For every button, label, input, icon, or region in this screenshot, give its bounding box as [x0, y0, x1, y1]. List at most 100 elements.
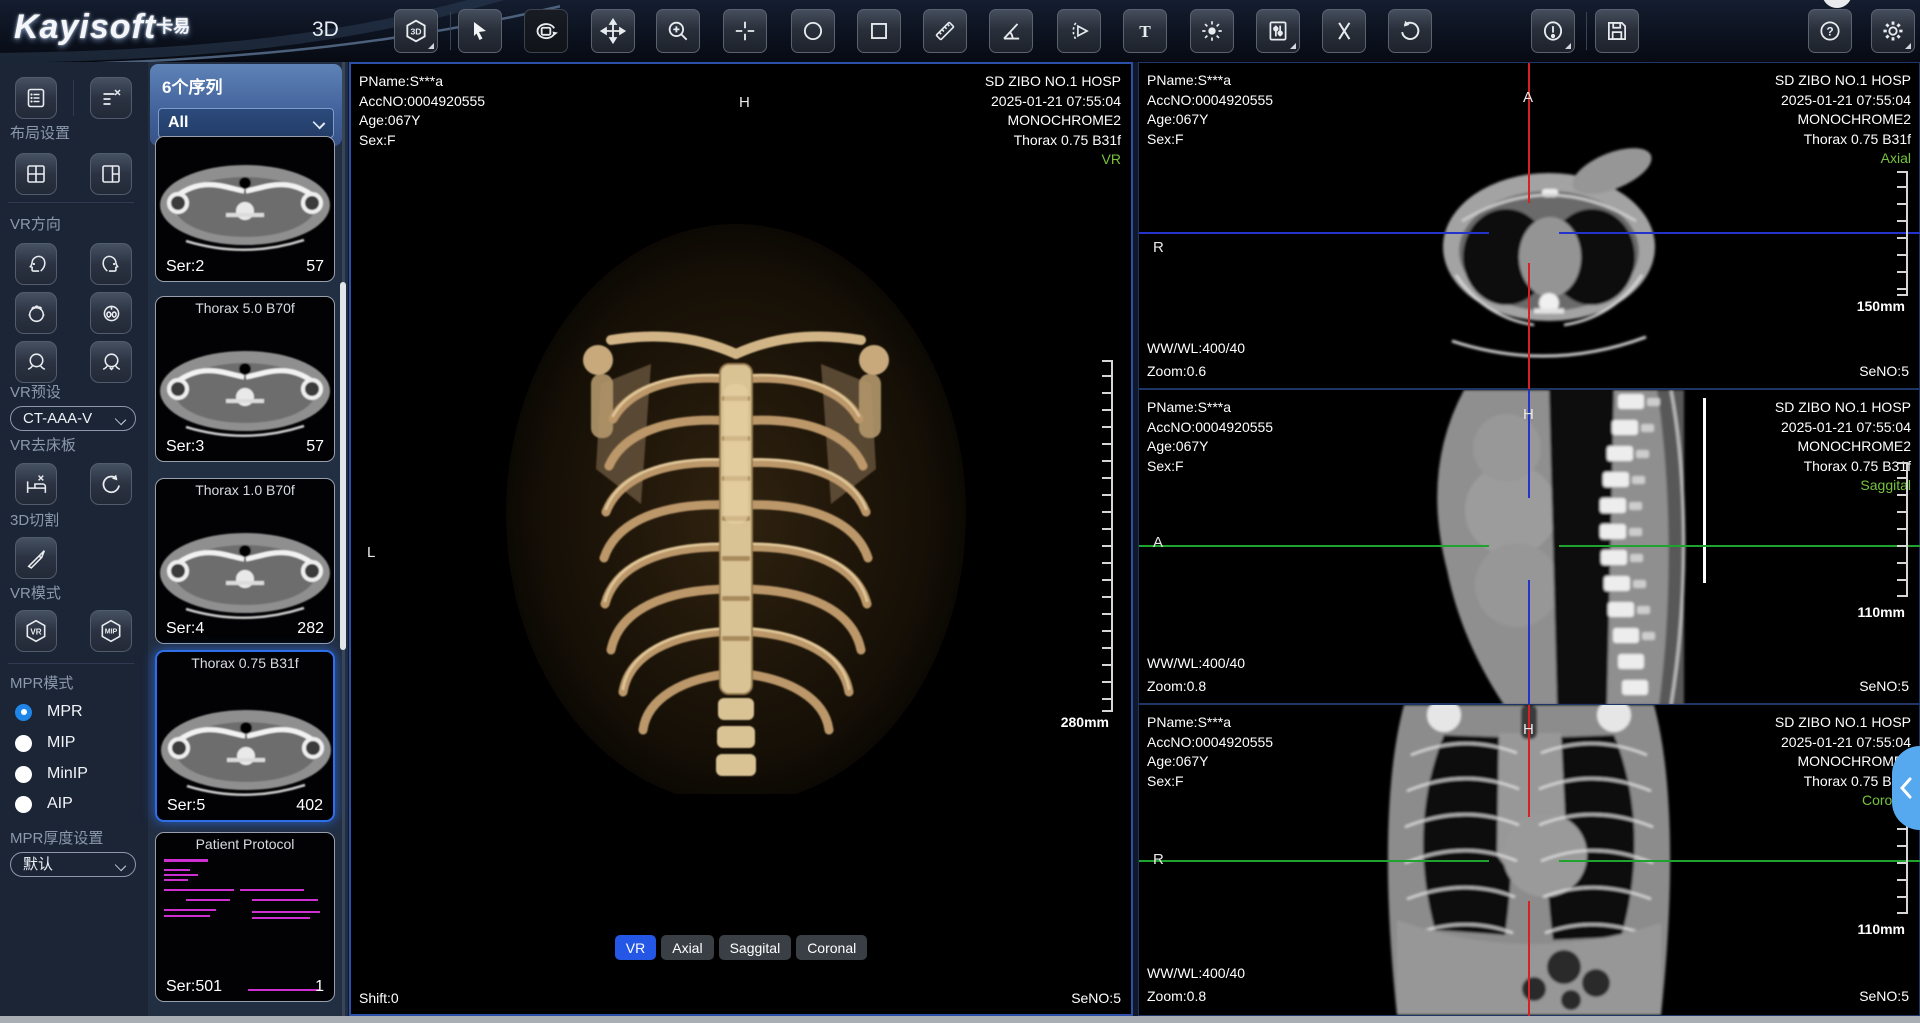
layout-list-button[interactable] — [15, 77, 57, 119]
vr-head-bottom-button[interactable] — [90, 292, 132, 334]
layout-split-right-button[interactable] — [90, 153, 132, 195]
mpr-thickness-select[interactable]: 默认 — [10, 852, 136, 877]
dropdown-corner — [1565, 43, 1571, 49]
radio-selected-icon — [15, 704, 32, 721]
bed-reset-button[interactable] — [90, 463, 132, 505]
vr-head-back-button[interactable] — [15, 341, 57, 383]
patient-sex: Sex:F — [359, 131, 485, 151]
cube-3d-glyph: 3D — [410, 26, 421, 36]
chevron-down-icon — [313, 117, 326, 130]
view-button-axial[interactable]: Axial — [661, 935, 713, 960]
vr-head-front-button[interactable] — [90, 341, 132, 383]
scalpel-cut-button[interactable] — [15, 537, 57, 579]
coronal-viewport[interactable]: PName:S***a AccNO:0004920555 Age:067Y Se… — [1138, 704, 1920, 1016]
sidebar-divider — [8, 663, 134, 664]
series-scrollbar-thumb[interactable] — [340, 282, 346, 650]
view-button-saggital[interactable]: Saggital — [719, 935, 792, 960]
app-logo: Kayisoft卡易 — [14, 8, 190, 47]
bed-removal-button[interactable] — [15, 463, 57, 505]
brightness-tool-button[interactable] — [1190, 9, 1234, 53]
save-button[interactable] — [1595, 9, 1639, 53]
horizontal-scrollbar[interactable] — [0, 1016, 1920, 1023]
patient-age: Age:067Y — [1147, 752, 1273, 772]
settings-button[interactable] — [1871, 9, 1915, 53]
avatar[interactable] — [1822, 0, 1852, 8]
patient-age: Age:067Y — [1147, 110, 1273, 130]
report-alert-button[interactable] — [1531, 9, 1575, 53]
delete-tool-button[interactable] — [1322, 9, 1366, 53]
rectangle-tool-button[interactable] — [857, 9, 901, 53]
volume-3d-tool-button[interactable]: 3D — [394, 9, 438, 53]
series-thumbnail-ser5-selected[interactable]: Thorax 0.75 B31f Ser:5 402 — [155, 650, 335, 822]
pan-tool-button[interactable] — [591, 9, 635, 53]
crosshair-vertical-blue[interactable] — [1528, 580, 1530, 705]
vr-preset-select[interactable]: CT-AAA-V — [10, 406, 136, 431]
crosshair-horizontal-green[interactable] — [1139, 860, 1489, 862]
mpr-thickness-value: 默认 — [23, 856, 53, 873]
vr-mode-mip-button[interactable]: MIP — [90, 610, 132, 652]
layout-settings-label: 布局设置 — [10, 122, 70, 143]
view-type-label: Coronal — [1775, 791, 1911, 811]
scale-ruler-label: 110mm — [1858, 921, 1905, 937]
view-button-coronal[interactable]: Coronal — [796, 935, 867, 960]
crosshair-horizontal-green[interactable] — [1559, 545, 1920, 547]
crosshair-horizontal-blue[interactable] — [1559, 232, 1920, 234]
layout-grid-2x2-button[interactable] — [15, 153, 57, 195]
series-thumbnail-protocol[interactable]: Patient Protocol Ser:501 1 — [155, 832, 335, 1002]
view-switcher: VRAxialSaggitalCoronal — [351, 935, 1131, 960]
crosshair-vertical-red[interactable] — [1528, 901, 1530, 1017]
mpr-radio-minip[interactable]: MinIP — [15, 765, 88, 783]
thumbnail-image — [157, 676, 335, 810]
series-thumbnail-ser4[interactable]: Thorax 1.0 B70f Ser:4 282 — [155, 478, 335, 644]
study-info-block: SD ZIBO NO.1 HOSP 2025-01-21 07:55:04 MO… — [1775, 713, 1911, 811]
vr-head-right-button[interactable] — [90, 243, 132, 285]
rotate-3d-tool-button[interactable] — [524, 9, 568, 53]
series-title: Patient Protocol — [156, 836, 334, 852]
view-button-vr[interactable]: VR — [615, 935, 656, 960]
ruler-tool-button[interactable] — [923, 9, 967, 53]
vr-head-left-button[interactable] — [15, 243, 57, 285]
series-thumbnail-ser3[interactable]: Thorax 5.0 B70f Ser:3 57 — [155, 296, 335, 462]
series-thumbnail-ser2[interactable]: Ser:2 57 — [155, 136, 335, 282]
crosshair-horizontal-blue[interactable] — [1139, 232, 1489, 234]
panel-collapse-button[interactable] — [1892, 746, 1920, 830]
hospital-name: SD ZIBO NO.1 HOSP — [1775, 713, 1911, 733]
window-level-tool-button[interactable] — [1256, 9, 1300, 53]
view-type-label: Saggital — [1775, 476, 1911, 496]
text-tool-button[interactable]: T — [1123, 9, 1167, 53]
sagittal-viewport[interactable]: PName:S***a AccNO:0004920555 Age:067Y Se… — [1138, 389, 1920, 704]
series-title: Thorax 1.0 B70f — [156, 482, 334, 498]
patient-accno: AccNO:0004920555 — [1147, 733, 1273, 753]
crosshair-horizontal-green[interactable] — [1559, 860, 1920, 862]
angle-tool-button[interactable] — [989, 9, 1033, 53]
mpr-radio-mpr[interactable]: MPR — [15, 703, 83, 721]
help-glyph: ? — [1826, 25, 1833, 39]
cobb-angle-tool-button[interactable] — [1057, 9, 1101, 53]
crosshair-horizontal-green[interactable] — [1139, 545, 1489, 547]
study-datetime: 2025-01-21 07:55:04 — [1775, 91, 1911, 111]
scale-ruler — [1897, 462, 1908, 597]
orientation-left: R — [1153, 851, 1164, 868]
series-filter-select[interactable]: All — [158, 108, 334, 138]
crosshair-vertical-red[interactable] — [1528, 263, 1530, 390]
mpr-radio-mip[interactable]: MIP — [15, 734, 75, 752]
layout-close-button[interactable] — [90, 77, 132, 119]
patient-sex: Sex:F — [1147, 130, 1273, 150]
crosshair-vertical-red[interactable] — [1528, 63, 1530, 203]
cursor-tool-button[interactable] — [458, 9, 502, 53]
scale-ruler-label: 110mm — [1858, 604, 1905, 620]
vr-viewport[interactable]: PName:S***a AccNO:0004920555 Age:067Y Se… — [349, 62, 1133, 1016]
app-window: Kayisoft卡易 3D 3D — [0, 0, 1920, 1023]
ellipse-tool-button[interactable] — [791, 9, 835, 53]
reset-tool-button[interactable] — [1388, 9, 1432, 53]
vr-head-top-button[interactable] — [15, 292, 57, 334]
mpr-radio-aip[interactable]: AIP — [15, 795, 73, 813]
crosshair-tool-button[interactable] — [723, 9, 767, 53]
zoom-tool-button[interactable] — [656, 9, 700, 53]
help-button[interactable]: ? — [1808, 9, 1852, 53]
vr-direction-label: VR方向 — [10, 213, 61, 234]
patient-info-block: PName:S***a AccNO:0004920555 Age:067Y Se… — [1147, 398, 1273, 476]
axial-viewport[interactable]: PName:S***a AccNO:0004920555 Age:067Y Se… — [1138, 62, 1920, 389]
vr-mode-vr-button[interactable]: VR — [15, 610, 57, 652]
vr-preset-value: CT-AAA-V — [23, 410, 92, 427]
